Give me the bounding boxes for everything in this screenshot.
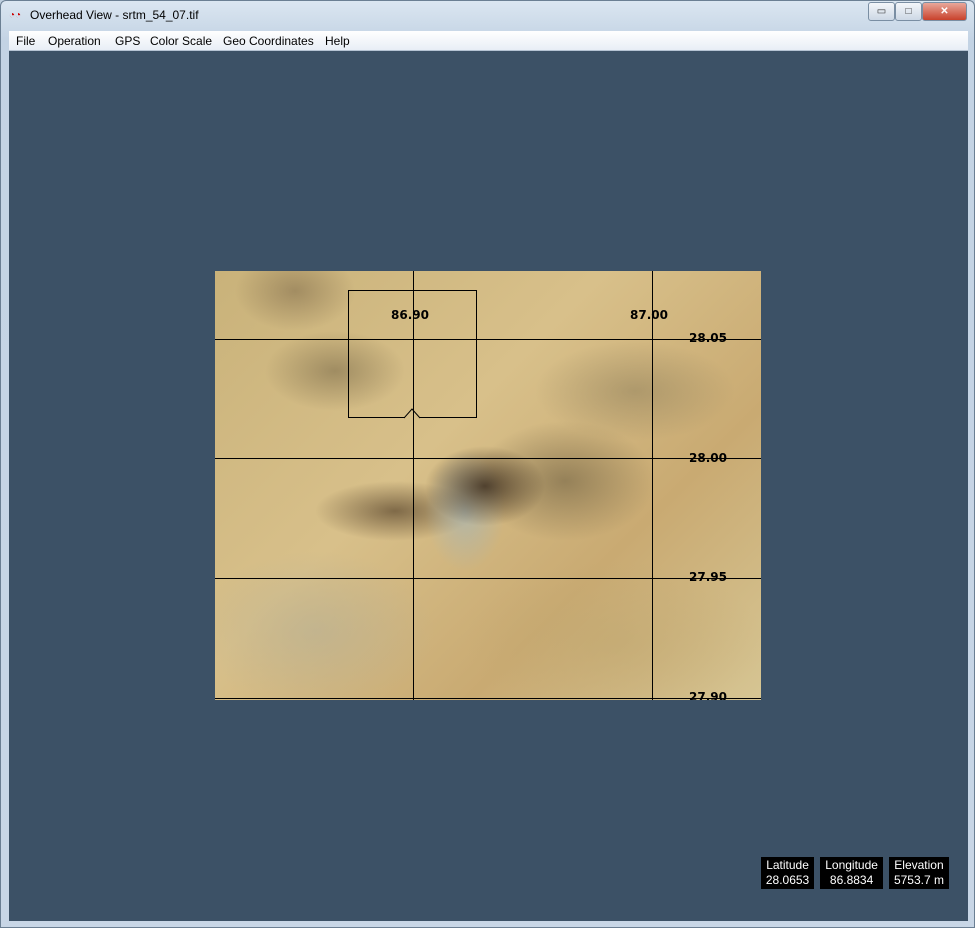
latitude-label: 27.90	[689, 690, 727, 700]
close-button[interactable]: ✕	[922, 2, 967, 21]
latitude-label: 27.95	[689, 570, 727, 584]
readout-label: Latitude	[766, 858, 809, 872]
menu-geo-coordinates[interactable]: Geo Coordinates	[223, 34, 314, 48]
readout-value: 5753.7 m	[893, 873, 944, 887]
minimize-button[interactable]: ▭	[868, 2, 895, 21]
latitude-gridline	[215, 339, 761, 340]
cursor-box-edge	[348, 417, 405, 418]
readout-panel: Latitude 28.0653 Longitude 86.8834 Elevati…	[760, 857, 949, 889]
app-icon: ◔◔	[9, 10, 22, 21]
latitude-gridline	[215, 458, 761, 459]
overhead-view-canvas[interactable]: 86.90 87.00 28.05 28.00 27.95 27.90 Lati…	[9, 51, 968, 921]
longitude-label: 87.00	[630, 308, 668, 322]
elevation-readout: Elevation 5753.7 m	[888, 857, 949, 889]
menu-bar: File Operation GPS Color Scale Geo Coord…	[9, 31, 968, 51]
menu-operation[interactable]: Operation	[48, 34, 101, 48]
longitude-gridline	[652, 271, 653, 700]
terrain-map[interactable]: 86.90 87.00 28.05 28.00 27.95 27.90	[215, 271, 761, 700]
menu-file[interactable]: File	[16, 34, 35, 48]
cursor-pointer-icon	[404, 408, 421, 419]
longitude-readout: Longitude 86.8834	[820, 857, 883, 889]
readout-label: Longitude	[825, 858, 878, 872]
latitude-label: 28.00	[689, 451, 727, 465]
cursor-box-edge	[420, 417, 477, 418]
title-bar[interactable]: ◔◔ Overhead View - srtm_54_07.tif ▭ □ ✕	[1, 1, 974, 31]
menu-gps[interactable]: GPS	[115, 34, 140, 48]
latitude-gridline	[215, 578, 761, 579]
window-title: Overhead View - srtm_54_07.tif	[30, 8, 199, 22]
cursor-box	[348, 290, 477, 418]
menu-color-scale[interactable]: Color Scale	[150, 34, 212, 48]
maximize-button[interactable]: □	[895, 2, 922, 21]
window: ◔◔ Overhead View - srtm_54_07.tif ▭ □ ✕ …	[0, 0, 975, 928]
latitude-readout: Latitude 28.0653	[760, 857, 815, 889]
readout-value: 28.0653	[765, 873, 810, 887]
readout-label: Elevation	[894, 858, 944, 872]
menu-help[interactable]: Help	[325, 34, 350, 48]
latitude-gridline	[215, 698, 761, 699]
latitude-label: 28.05	[689, 331, 727, 345]
readout-value: 86.8834	[829, 873, 874, 887]
